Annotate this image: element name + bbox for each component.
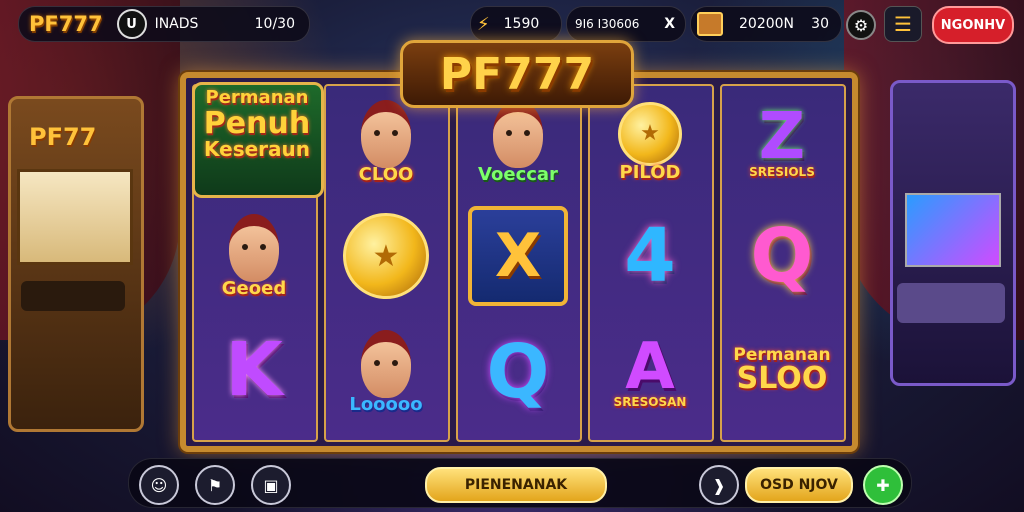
symbol-letter: Z bbox=[758, 100, 806, 174]
promo-banner: Permanan Penuh Keseraun bbox=[192, 82, 324, 198]
promo-text: Permanan Penuh Keseraun bbox=[203, 88, 311, 162]
user-badge[interactable]: U bbox=[116, 9, 147, 39]
login-button[interactable]: NGONHV bbox=[932, 6, 1014, 44]
stat3-value: 20200N bbox=[739, 16, 795, 32]
profile-icon[interactable]: ☺ bbox=[139, 465, 179, 505]
gold-coin-icon: ★ bbox=[343, 213, 429, 299]
flag-icon[interactable]: ⚑ bbox=[195, 465, 235, 505]
reel2-symbol-coin[interactable]: ★ bbox=[332, 204, 440, 308]
symbol-sublabel: SLOO bbox=[736, 360, 828, 396]
stat1-value: 1590 bbox=[503, 16, 540, 32]
reel-2: CLOO ★ Looooo bbox=[324, 84, 450, 442]
game-title-logo: PF777 bbox=[400, 40, 634, 108]
header-label: INADS bbox=[154, 16, 199, 32]
character-portrait bbox=[229, 213, 279, 282]
arcade-screen-right bbox=[905, 193, 1001, 267]
symbol-letter: X bbox=[494, 221, 542, 291]
gift-icon[interactable]: ✚ bbox=[863, 465, 903, 505]
reel5-symbol-z[interactable]: Z SRESIOLS bbox=[728, 90, 836, 194]
settings-gear-icon[interactable]: ⚙ bbox=[846, 10, 876, 40]
reel-4: ★ PILOD 4 A SRESOSAN bbox=[588, 84, 714, 442]
bottom-control-bar: ☺ ⚑ ▣ PIENENANAK ❱ OSD NJOV ✚ bbox=[128, 458, 912, 508]
bolt-icon: ⚡ bbox=[477, 13, 490, 35]
menu-button[interactable]: ☰ bbox=[884, 6, 922, 42]
promo-line-3: Keseraun bbox=[203, 137, 310, 162]
arcade-screen bbox=[17, 169, 133, 265]
gold-coin-icon: ★ bbox=[618, 101, 682, 166]
reel-5: Z SRESIOLS Q Permanan SLOO bbox=[720, 84, 846, 442]
reel4-symbol-a[interactable]: A SRESOSAN bbox=[596, 320, 704, 424]
stat3-extra: 30 bbox=[811, 16, 829, 32]
symbol-sublabel: SRESIOLS bbox=[749, 165, 815, 179]
reel3-symbol-q[interactable]: Q bbox=[464, 320, 572, 424]
reel1-symbol-person[interactable]: Geoed bbox=[200, 204, 308, 308]
reel5-symbol-text[interactable]: Permanan SLOO bbox=[728, 320, 836, 424]
reel2-symbol-person-bottom[interactable]: Looooo bbox=[332, 320, 440, 424]
left-arcade-machine: PF77 bbox=[8, 96, 144, 432]
symbol-letter: 4 bbox=[624, 213, 676, 299]
chest-icon bbox=[697, 12, 723, 36]
main-action-button[interactable]: PIENENANAK bbox=[425, 467, 607, 503]
reel4-symbol-4[interactable]: 4 bbox=[596, 204, 704, 308]
character-portrait bbox=[493, 99, 543, 168]
symbol-label: PILOD bbox=[619, 161, 681, 183]
stat-pill-3: 20200N 30 bbox=[690, 6, 842, 42]
arcade-logo: PF77 bbox=[29, 123, 97, 151]
reel3-symbol-x[interactable]: X bbox=[464, 204, 572, 308]
header-left: PF777 U INADS 10/30 bbox=[18, 6, 310, 42]
stat-pill-1: ⚡ 1590 bbox=[470, 6, 562, 42]
reel5-symbol-q[interactable]: Q bbox=[728, 204, 836, 308]
slot-reels-frame: Geoed K Permanan Penuh Keseraun CLOO ★ L… bbox=[180, 72, 858, 452]
arcade-panel-right bbox=[897, 283, 1005, 323]
reel-3: Voeccar X Q bbox=[456, 84, 582, 442]
promo-line-2: Penuh bbox=[203, 105, 311, 141]
right-arcade-machine bbox=[890, 80, 1016, 386]
character-portrait bbox=[361, 99, 411, 168]
symbol-letter: A bbox=[625, 330, 675, 404]
reel1-symbol-k[interactable]: K bbox=[200, 318, 308, 422]
header-value: 10/30 bbox=[254, 16, 295, 32]
symbol-letter: Q bbox=[486, 329, 550, 415]
stat2-close-button[interactable]: X bbox=[664, 16, 675, 32]
x-tile: X bbox=[468, 206, 568, 306]
arcade-buttons bbox=[21, 281, 125, 311]
header-logo: PF777 bbox=[29, 12, 103, 36]
symbol-sublabel: SRESOSAN bbox=[613, 395, 687, 409]
stat-pill-2: 9I6 I30606 X bbox=[566, 6, 686, 42]
symbol-letter: K bbox=[225, 327, 283, 413]
character-portrait bbox=[361, 329, 411, 398]
camera-icon[interactable]: ▣ bbox=[251, 465, 291, 505]
lightning-icon[interactable]: ❱ bbox=[699, 465, 739, 505]
symbol-letter: Q bbox=[750, 213, 814, 299]
secondary-action-button[interactable]: OSD NJOV bbox=[745, 467, 853, 503]
stat2-value: 9I6 I30606 bbox=[575, 17, 640, 31]
